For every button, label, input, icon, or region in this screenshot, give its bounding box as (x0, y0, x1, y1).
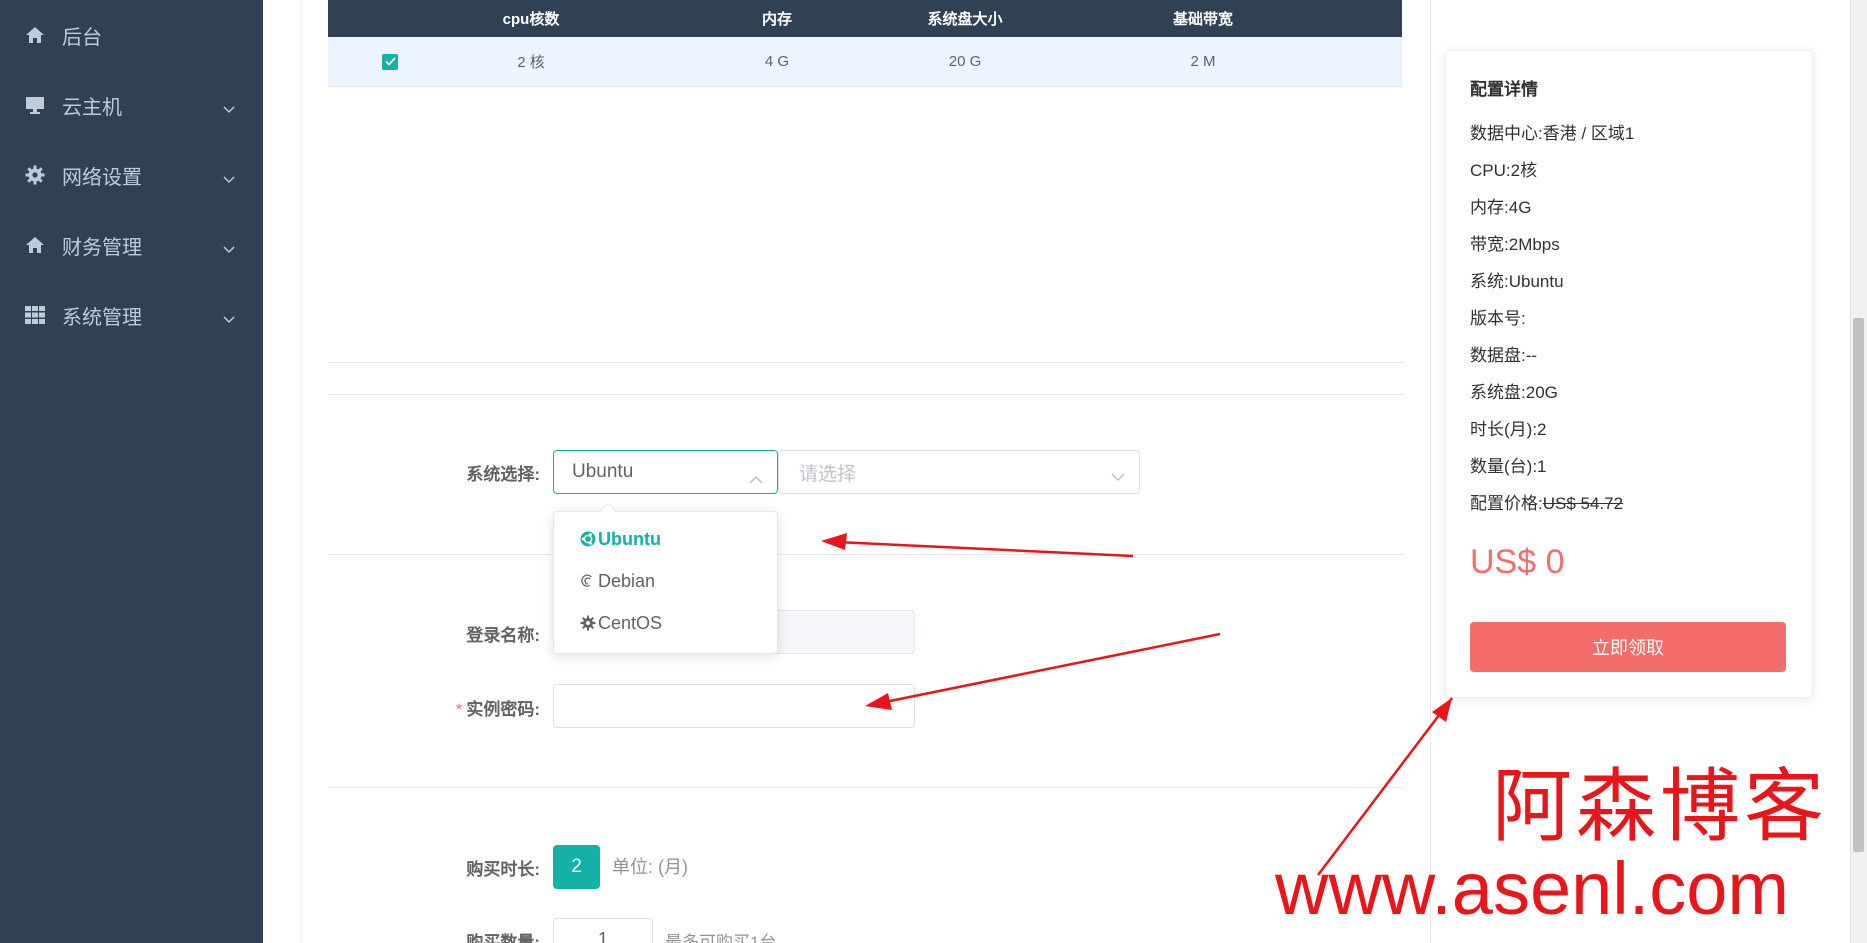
watermark-url: www.asenl.com (1275, 847, 1790, 930)
duration-label: 购买时长: (466, 860, 540, 879)
detail-row-datacenter: 数据中心:香港 / 区域1 (1470, 124, 1635, 143)
divider (328, 787, 1404, 788)
sidebar-item-label: 后台 (62, 26, 102, 49)
chevron-up-icon (749, 468, 763, 490)
column-header-cpu: cpu核数 (502, 11, 560, 28)
detail-title: 配置详情 (1470, 80, 1538, 99)
final-price: US$ 0 (1470, 543, 1565, 581)
home-icon (24, 234, 46, 256)
chevron-down-icon (223, 167, 235, 190)
cell-disk: 20 G (948, 53, 982, 70)
home-icon (24, 24, 46, 46)
divider (328, 554, 1404, 555)
sidebar-item-label: 云主机 (62, 96, 122, 119)
detail-row-cpu: CPU:2核 (1470, 161, 1538, 180)
required-mark: * (455, 700, 463, 719)
system-select-label: 系统选择: (466, 465, 540, 484)
quantity-input[interactable]: 1 (553, 918, 653, 943)
column-header-memory: 内存 (761, 11, 792, 28)
table-row[interactable]: 2 核 4 G 20 G 2 M (328, 37, 1402, 87)
quantity-label: 购买数量: (466, 933, 540, 943)
debian-icon (580, 573, 596, 589)
original-price: US$ 54.72 (1542, 494, 1624, 513)
sidebar-item-label: 系统管理 (62, 306, 142, 329)
cell-memory: 4 G (764, 53, 790, 70)
version-select[interactable]: 请选择 (778, 450, 1140, 494)
column-header-bandwidth: 基础带宽 (1172, 11, 1233, 28)
detail-row-duration: 时长(月):2 (1470, 420, 1547, 439)
detail-row-price: 配置价格:US$ 54.72 (1470, 494, 1624, 513)
quantity-note: 最多可购买1台 (665, 933, 777, 943)
detail-row-data-disk: 数据盘:-- (1470, 346, 1538, 365)
password-label: * 实例密码: (455, 700, 540, 719)
detail-row-version: 版本号: (1470, 309, 1526, 328)
duration-unit: 单位: (月) (612, 857, 688, 877)
password-input[interactable] (553, 684, 915, 728)
sidebar-item-label: 网络设置 (62, 166, 142, 189)
monitor-icon (24, 94, 46, 116)
duration-option-2[interactable]: 2 (553, 845, 600, 889)
chevron-down-icon (223, 307, 235, 330)
scrollbar-thumb[interactable] (1853, 318, 1864, 852)
os-dropdown: Ubuntu Debian CentOS (553, 502, 778, 654)
os-option-ubuntu[interactable]: Ubuntu (580, 524, 661, 554)
config-detail-card: 配置详情 数据中心:香港 / 区域1 CPU:2核 内存:4G 带宽:2Mbps… (1445, 50, 1813, 698)
chevron-down-icon (223, 97, 235, 120)
checkmark-icon (382, 53, 398, 70)
sidebar-item-network[interactable]: 网络设置 (0, 140, 263, 210)
chevron-down-icon (1111, 466, 1125, 488)
config-table-header: cpu核数 内存 系统盘大小 基础带宽 (328, 0, 1402, 37)
divider (328, 362, 1404, 363)
cell-bandwidth: 2 M (1190, 53, 1216, 70)
login-name-label: 登录名称: (466, 626, 540, 645)
os-select-value: Ubuntu (572, 461, 634, 482)
detail-row-memory: 内存:4G (1470, 198, 1532, 217)
centos-icon (580, 615, 596, 631)
ubuntu-icon (580, 531, 596, 547)
detail-row-bandwidth: 带宽:2Mbps (1470, 235, 1560, 254)
claim-now-button[interactable]: 立即领取 (1470, 622, 1786, 672)
gear-icon (24, 164, 46, 186)
sidebar: 后台 云主机 网络设置 财务管理 系统管理 (0, 0, 263, 943)
cell-cpu: 2 核 (517, 54, 545, 71)
column-header-disk: 系统盘大小 (927, 11, 1003, 28)
chevron-down-icon (223, 237, 235, 260)
os-option-debian[interactable]: Debian (580, 566, 655, 596)
divider (328, 394, 1404, 395)
os-option-centos[interactable]: CentOS (580, 608, 662, 638)
watermark-blog-name: 阿森博客 (1492, 760, 1828, 853)
detail-row-system-disk: 系统盘:20G (1470, 383, 1558, 402)
sidebar-item-finance[interactable]: 财务管理 (0, 210, 263, 280)
version-select-placeholder: 请选择 (799, 463, 857, 485)
sidebar-item-dashboard[interactable]: 后台 (0, 0, 263, 70)
detail-row-quantity: 数量(台):1 (1470, 457, 1547, 476)
detail-row-system: 系统:Ubuntu (1470, 272, 1564, 291)
sidebar-item-cloud-host[interactable]: 云主机 (0, 70, 263, 140)
grid-icon (24, 304, 46, 326)
sidebar-item-system[interactable]: 系统管理 (0, 280, 263, 350)
row-checkbox[interactable] (328, 37, 452, 86)
sidebar-item-label: 财务管理 (62, 236, 142, 259)
os-select[interactable]: Ubuntu (553, 450, 778, 494)
